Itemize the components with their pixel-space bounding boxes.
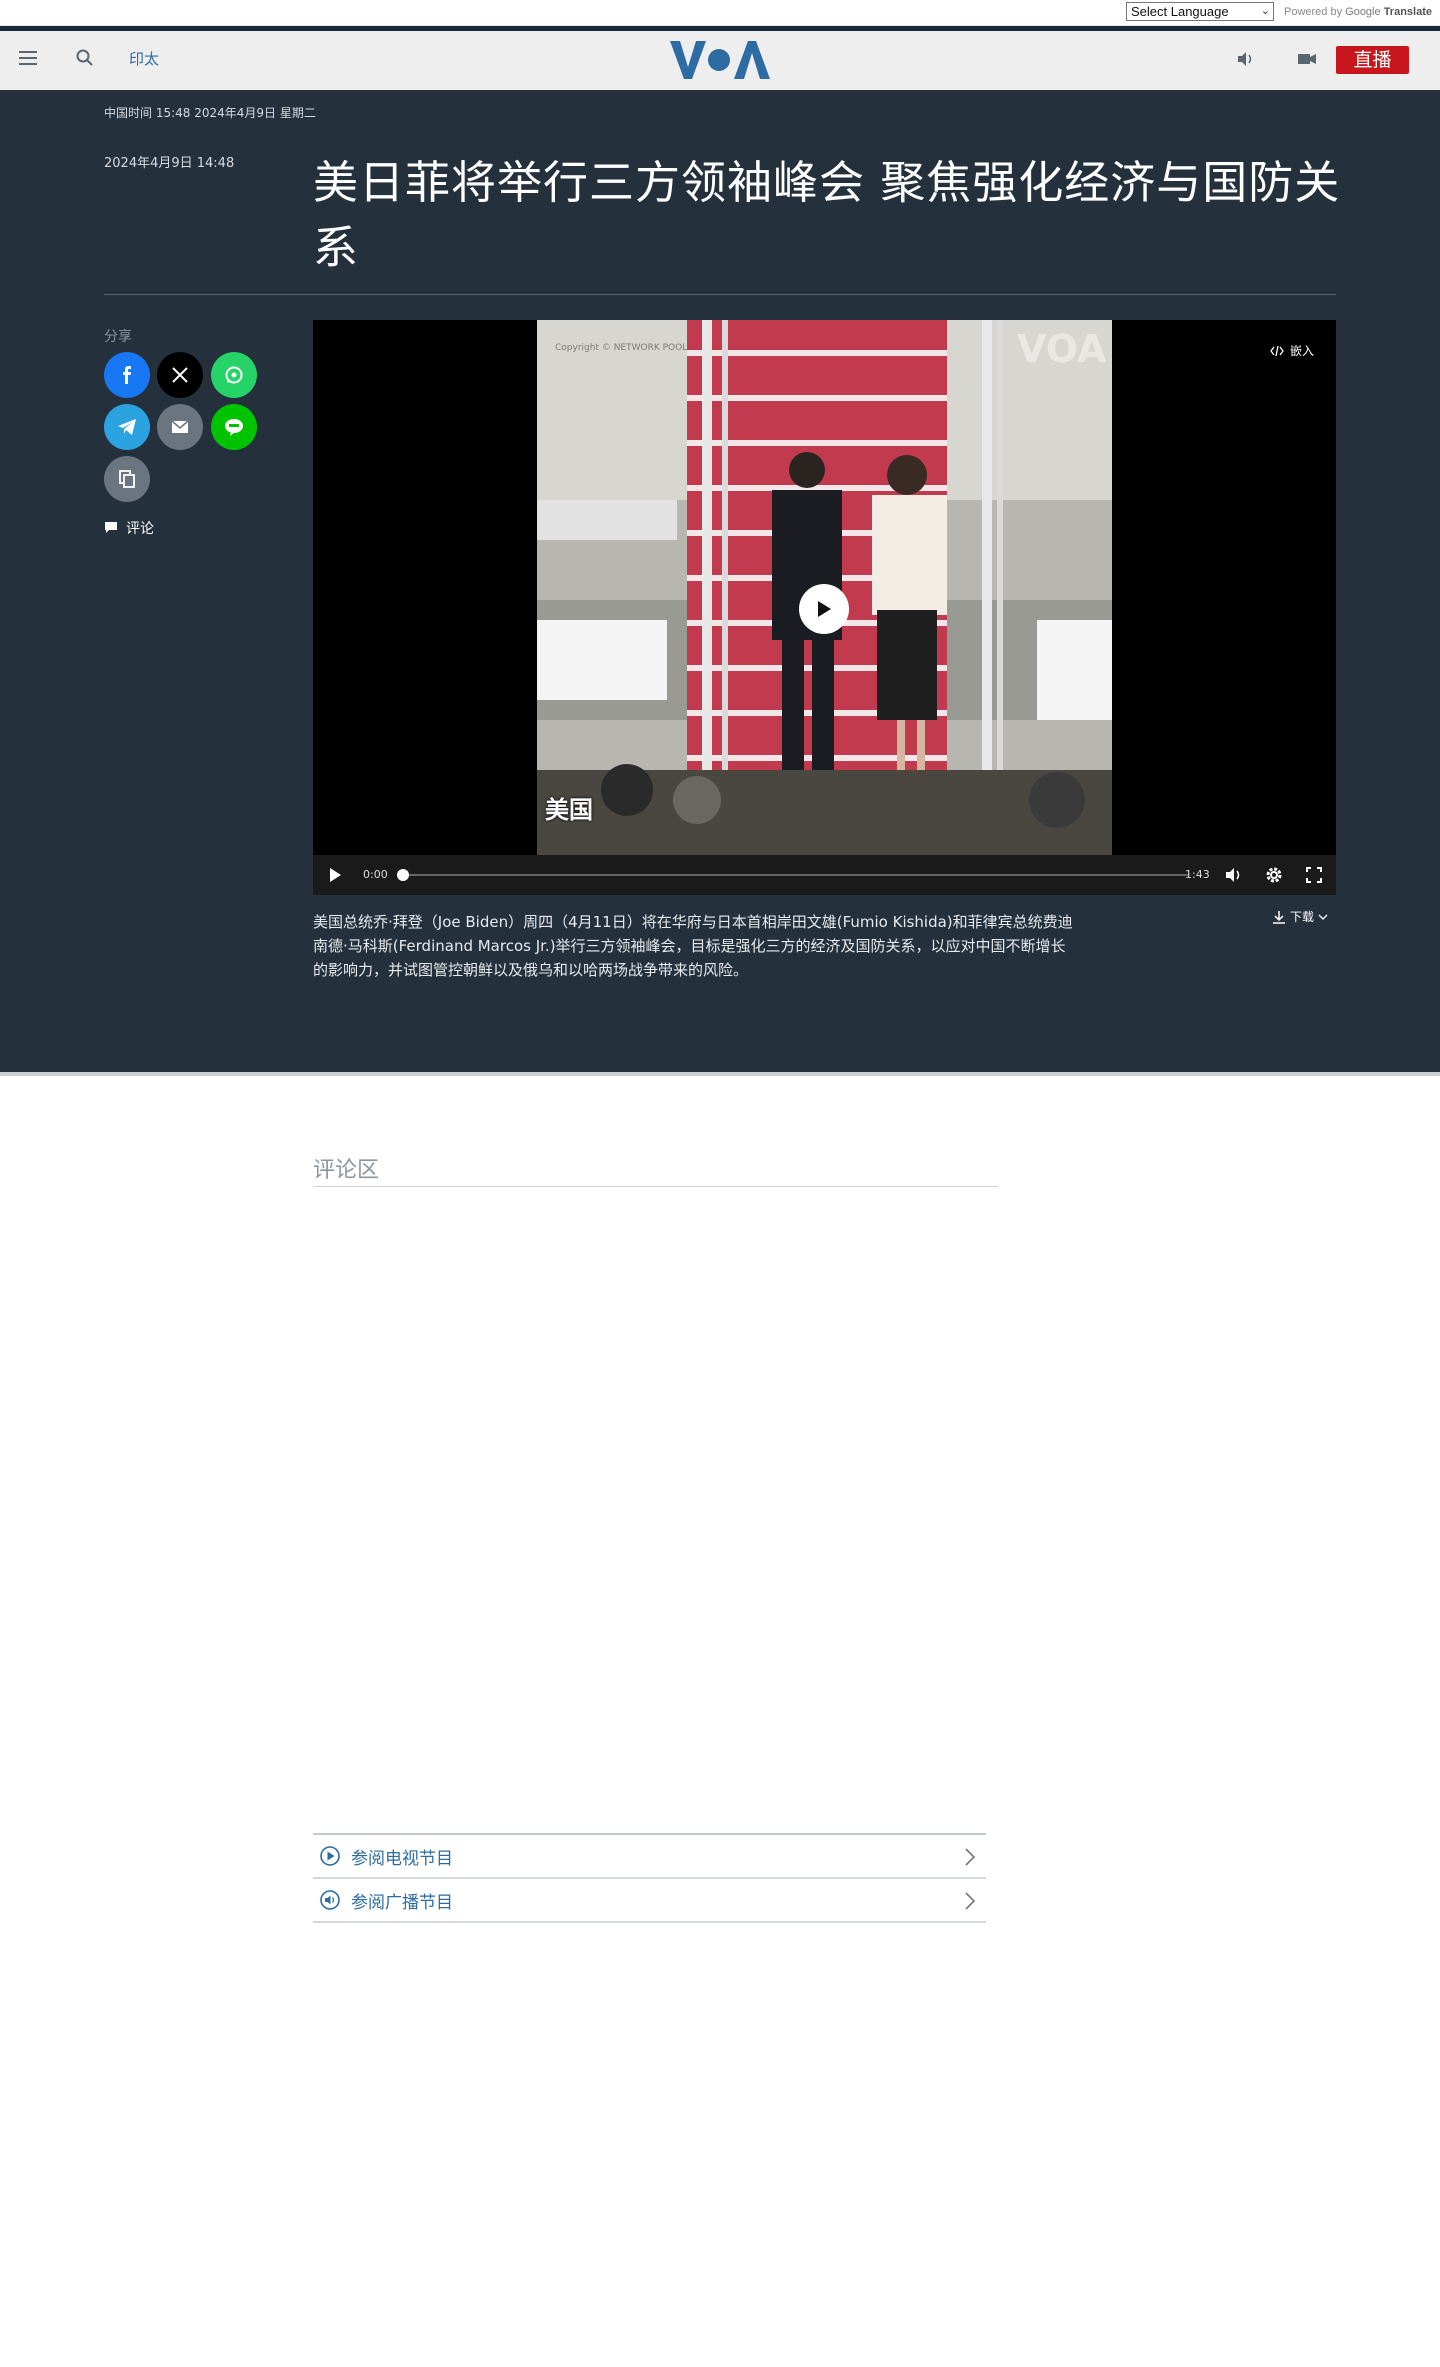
radio-programs-link[interactable]: 参阅广播节目 [313, 1879, 986, 1923]
play-icon [818, 601, 831, 617]
svg-text:VOA: VOA [1017, 327, 1107, 371]
telegram-share-button[interactable] [104, 404, 150, 450]
program-links: 参阅电视节目 参阅广播节目 [313, 1833, 986, 1923]
code-icon [1270, 345, 1284, 356]
download-label: 下载 [1290, 910, 1315, 924]
telegram-icon [118, 419, 136, 435]
video-overlay-text: 美国 [545, 796, 593, 824]
line-share-button[interactable] [211, 404, 257, 450]
share-label: 分享 [104, 329, 132, 345]
x-icon [172, 367, 188, 383]
embed-label: 嵌入 [1289, 344, 1314, 358]
email-icon [171, 420, 189, 433]
article-headline: 美日菲将举行三方领袖峰会 聚焦强化经济与国防关系 [313, 156, 1341, 274]
progress-handle[interactable] [397, 869, 409, 881]
progress-bar[interactable] [402, 874, 1188, 876]
chevron-right-icon [965, 1848, 976, 1866]
language-select[interactable]: Select Language ⌄ [1126, 2, 1274, 21]
x-share-button[interactable] [157, 352, 203, 398]
powered-by-google: Powered by Google Translate [1283, 6, 1432, 18]
duration: 1:43 [1185, 868, 1210, 881]
publish-date: 2024年4月9日 14:48 [104, 156, 235, 171]
whatsapp-icon [225, 366, 243, 384]
video-controls: 0:00 1:43 [313, 855, 1336, 895]
current-time: 0:00 [363, 868, 388, 881]
voa-logo[interactable] [668, 37, 772, 83]
play-button[interactable] [799, 584, 849, 634]
download-icon [1273, 910, 1285, 924]
email-share-button[interactable] [157, 404, 203, 450]
chevron-right-icon [965, 1892, 976, 1910]
tv-programs-label: 参阅电视节目 [351, 1848, 453, 1869]
play-icon[interactable] [327, 867, 343, 883]
download-button[interactable]: 下载 [1272, 908, 1328, 925]
site-header: 印太 直播 [0, 31, 1440, 90]
tv-programs-link[interactable]: 参阅电视节目 [313, 1835, 986, 1879]
fullscreen-icon[interactable] [1306, 867, 1322, 883]
comment-icon [105, 522, 117, 533]
current-time-text: 中国时间 15:48 2024年4月9日 星期二 [104, 106, 316, 120]
comment-link[interactable]: 评论 [104, 518, 154, 538]
embed-button[interactable]: 嵌入 [1270, 342, 1314, 359]
translate-link[interactable]: Translate [1384, 6, 1432, 18]
settings-gear-icon[interactable] [1265, 866, 1283, 884]
comments-divider [313, 1186, 998, 1187]
line-icon [225, 419, 243, 436]
whatsapp-share-button[interactable] [211, 352, 257, 398]
title-divider [104, 294, 1336, 295]
comments-title: 评论区 [313, 1158, 380, 1183]
google-logo: Google [1345, 6, 1381, 18]
search-icon[interactable] [75, 48, 95, 68]
translate-bar: Select Language ⌄ Powered by Google Tran… [0, 0, 1440, 26]
section-link[interactable]: 印太 [129, 48, 159, 69]
video-camera-icon[interactable] [1296, 49, 1318, 69]
radio-programs-label: 参阅广播节目 [351, 1892, 453, 1913]
comment-label: 评论 [126, 521, 154, 537]
live-button[interactable]: 直播 [1336, 46, 1409, 74]
video-player[interactable]: Copyright © NETWORK POOL VOA 美国 嵌入 0:00 … [313, 320, 1336, 895]
copy-link-button[interactable] [104, 456, 150, 502]
facebook-icon [123, 366, 131, 384]
language-select-label: Select Language [1131, 4, 1229, 19]
play-circle-icon [320, 1846, 340, 1866]
svg-text:Copyright © NETWORK POOL: Copyright © NETWORK POOL [555, 343, 687, 353]
chevron-down-icon [1318, 914, 1328, 920]
audio-icon[interactable] [1235, 49, 1255, 69]
copy-icon [119, 470, 135, 488]
chevron-down-icon: ⌄ [1260, 5, 1270, 17]
volume-icon[interactable] [1224, 866, 1244, 884]
menu-icon[interactable] [19, 51, 37, 65]
facebook-share-button[interactable] [104, 352, 150, 398]
video-caption: 美国总统乔·拜登（Joe Biden）周四（4月11日）将在华府与日本首相岸田文… [313, 913, 1073, 979]
article-header: 中国时间 15:48 2024年4月9日 星期二 2024年4月9日 14:48… [0, 90, 1440, 1076]
audio-circle-icon [320, 1890, 340, 1910]
